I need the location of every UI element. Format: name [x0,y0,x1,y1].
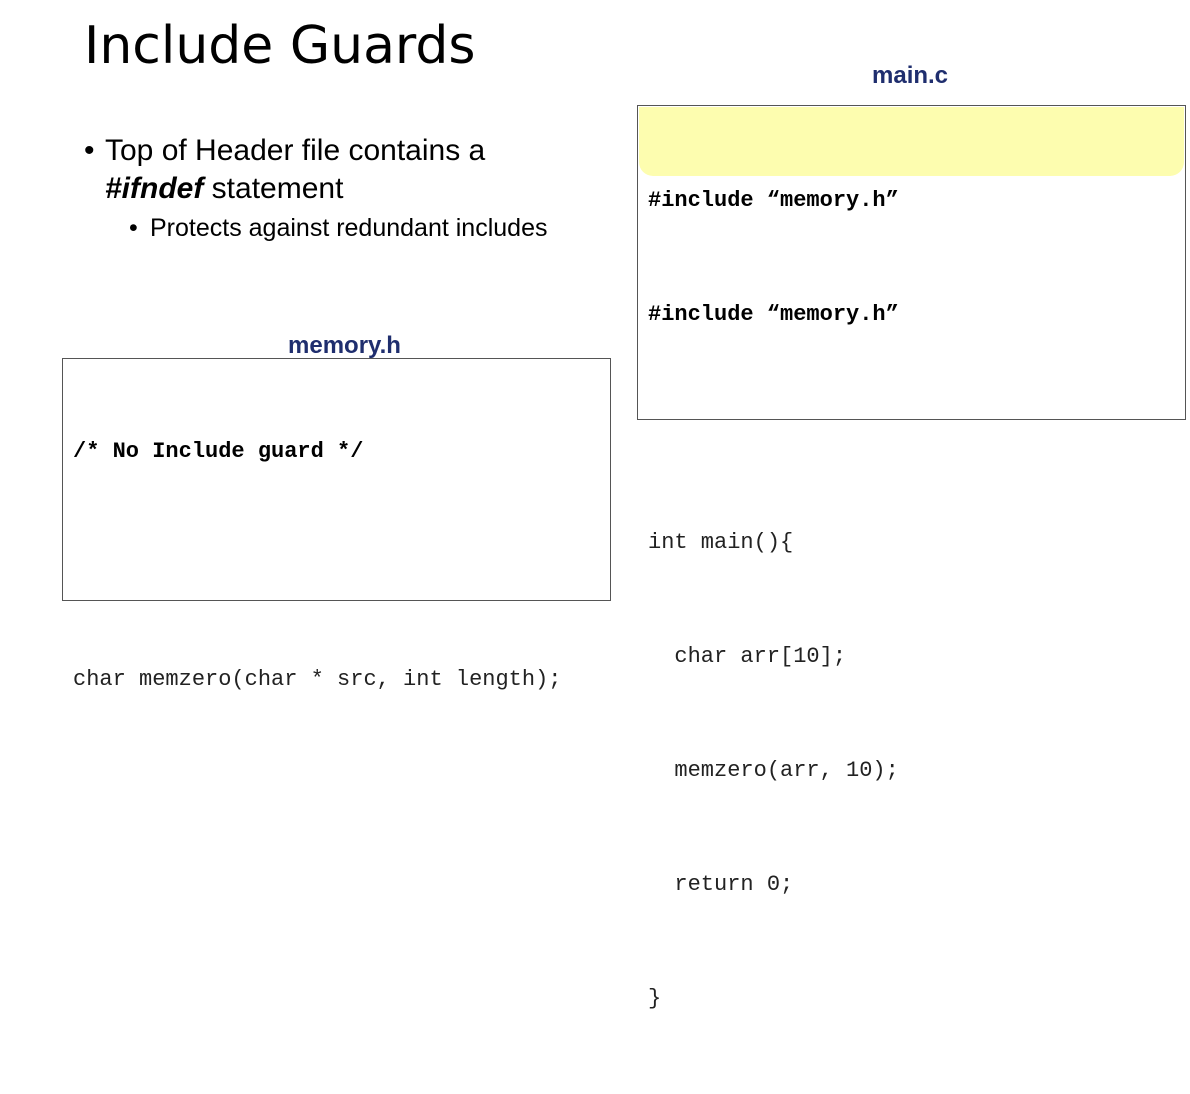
bullet-text-prefix: Top of Header file contains a [105,134,486,167]
code-line-memzero-call: memzero(arr, 10); [648,758,899,783]
memory-h-code: /* No Include guard */ char memzero(char… [73,357,561,775]
code-line-return: return 0; [648,872,794,897]
sub-bullet-text: Protects against redundant includes [150,214,548,242]
main-c-code: #include “memory.h” #include “memory.h” … [648,106,899,1094]
bullet-text-suffix: statement [203,172,344,205]
bullet-list: • Top of Header file contains a #ifndef … [84,132,547,245]
sub-bullet-dot-icon: • [129,214,138,242]
code-line-memzero-decl: char memzero(char * src, int length); [73,667,562,692]
code-line-arr-decl: char arr[10]; [648,644,847,669]
memory-h-label: memory.h [288,332,401,359]
code-line-close-brace: } [648,986,662,1011]
bullet-dot-icon: • [84,134,95,167]
ifndef-keyword: #ifndef [105,172,204,205]
bullet-item-header-ifndef: • Top of Header file contains a #ifndef … [84,132,547,208]
code-line-main-signature: int main(){ [648,530,794,555]
memory-h-code-box: /* No Include guard */ char memzero(char… [62,358,611,692]
code-line-include-2: #include “memory.h” [648,302,899,327]
main-c-code-box: #include “memory.h” #include “memory.h” … [637,105,1186,1011]
slide-title: Include Guards [84,16,476,76]
main-c-label: main.c [872,62,949,89]
code-line-comment: /* No Include guard */ [73,439,364,464]
sub-bullet-item-protects: • Protects against redundant includes [129,211,547,245]
code-line-include-1: #include “memory.h” [648,188,899,213]
